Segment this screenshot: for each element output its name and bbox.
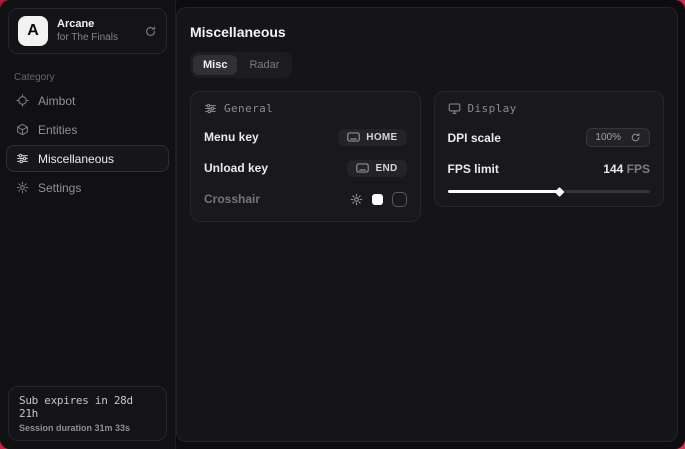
sidebar: A Arcane for The Finals Category bbox=[0, 0, 176, 449]
dpi-scale-label: DPI scale bbox=[448, 131, 501, 145]
sync-icon[interactable] bbox=[144, 25, 157, 38]
sub-expiry-text: Sub expires in 28d 21h bbox=[19, 394, 156, 420]
category-label: Category bbox=[14, 72, 161, 83]
sliders-icon bbox=[204, 102, 217, 115]
crosshair-row: Crosshair bbox=[204, 190, 407, 208]
dpi-scale-row: DPI scale 100% bbox=[448, 128, 651, 147]
main-panel: Miscellaneous Misc Radar Gene bbox=[176, 7, 678, 442]
brand-logo: A bbox=[18, 16, 48, 46]
sidebar-item-label: Settings bbox=[38, 181, 81, 195]
general-card-title: General bbox=[224, 102, 273, 115]
keyboard-icon bbox=[356, 163, 369, 173]
tab-radar[interactable]: Radar bbox=[239, 55, 289, 75]
display-card-title: Display bbox=[468, 102, 517, 115]
unload-key-button[interactable]: END bbox=[347, 160, 406, 177]
tab-bar: Misc Radar bbox=[190, 52, 292, 78]
sliders-icon bbox=[16, 152, 29, 165]
crosshair-color-swatch[interactable] bbox=[372, 194, 383, 205]
keyboard-icon bbox=[347, 132, 360, 142]
menu-key-button[interactable]: HOME bbox=[338, 129, 406, 146]
crosshair-checkbox[interactable] bbox=[392, 192, 407, 207]
brand-subtitle: for The Finals bbox=[57, 32, 135, 45]
dpi-scale-value: 100% bbox=[595, 132, 621, 143]
crosshair-label: Crosshair bbox=[204, 192, 260, 206]
crosshair-settings-gear-icon[interactable] bbox=[350, 193, 363, 206]
menu-key-row: Menu key HOME bbox=[204, 128, 407, 146]
session-duration-text: Session duration 31m 33s bbox=[19, 423, 156, 433]
fps-limit-label: FPS limit bbox=[448, 162, 499, 176]
unload-key-value: END bbox=[375, 163, 397, 174]
slider-fill bbox=[448, 190, 559, 193]
general-card: General Menu key HOME bbox=[190, 91, 421, 222]
brand-card: A Arcane for The Finals bbox=[8, 8, 167, 54]
dpi-scale-button[interactable]: 100% bbox=[586, 128, 650, 147]
tab-misc[interactable]: Misc bbox=[193, 55, 237, 75]
sidebar-item-entities[interactable]: Entities bbox=[6, 116, 169, 143]
menu-key-value: HOME bbox=[366, 132, 397, 143]
brand-name: Arcane bbox=[57, 18, 135, 32]
sidebar-item-settings[interactable]: Settings bbox=[6, 174, 169, 201]
fps-limit-value: 144 FPS bbox=[603, 162, 650, 176]
page-title: Miscellaneous bbox=[190, 24, 664, 40]
fps-limit-row: FPS limit 144 FPS bbox=[448, 160, 651, 178]
cube-icon bbox=[16, 123, 29, 136]
refresh-icon bbox=[630, 132, 641, 143]
slider-thumb[interactable] bbox=[554, 187, 564, 197]
gear-icon bbox=[16, 181, 29, 194]
sidebar-nav: Aimbot Entities bbox=[0, 87, 175, 201]
unload-key-label: Unload key bbox=[204, 161, 268, 175]
display-card: Display DPI scale 100% bbox=[434, 91, 665, 207]
unload-key-row: Unload key END bbox=[204, 159, 407, 177]
menu-key-label: Menu key bbox=[204, 130, 259, 144]
crosshair-icon bbox=[16, 94, 29, 107]
sidebar-item-label: Miscellaneous bbox=[38, 152, 114, 166]
sidebar-item-aimbot[interactable]: Aimbot bbox=[6, 87, 169, 114]
subscription-info-box: Sub expires in 28d 21h Session duration … bbox=[8, 386, 167, 441]
sidebar-item-label: Aimbot bbox=[38, 94, 75, 108]
fps-limit-slider[interactable] bbox=[448, 190, 651, 193]
sidebar-item-label: Entities bbox=[38, 123, 77, 137]
app-window: A Arcane for The Finals Category bbox=[0, 0, 685, 449]
sidebar-item-miscellaneous[interactable]: Miscellaneous bbox=[6, 145, 169, 172]
monitor-icon bbox=[448, 102, 461, 115]
